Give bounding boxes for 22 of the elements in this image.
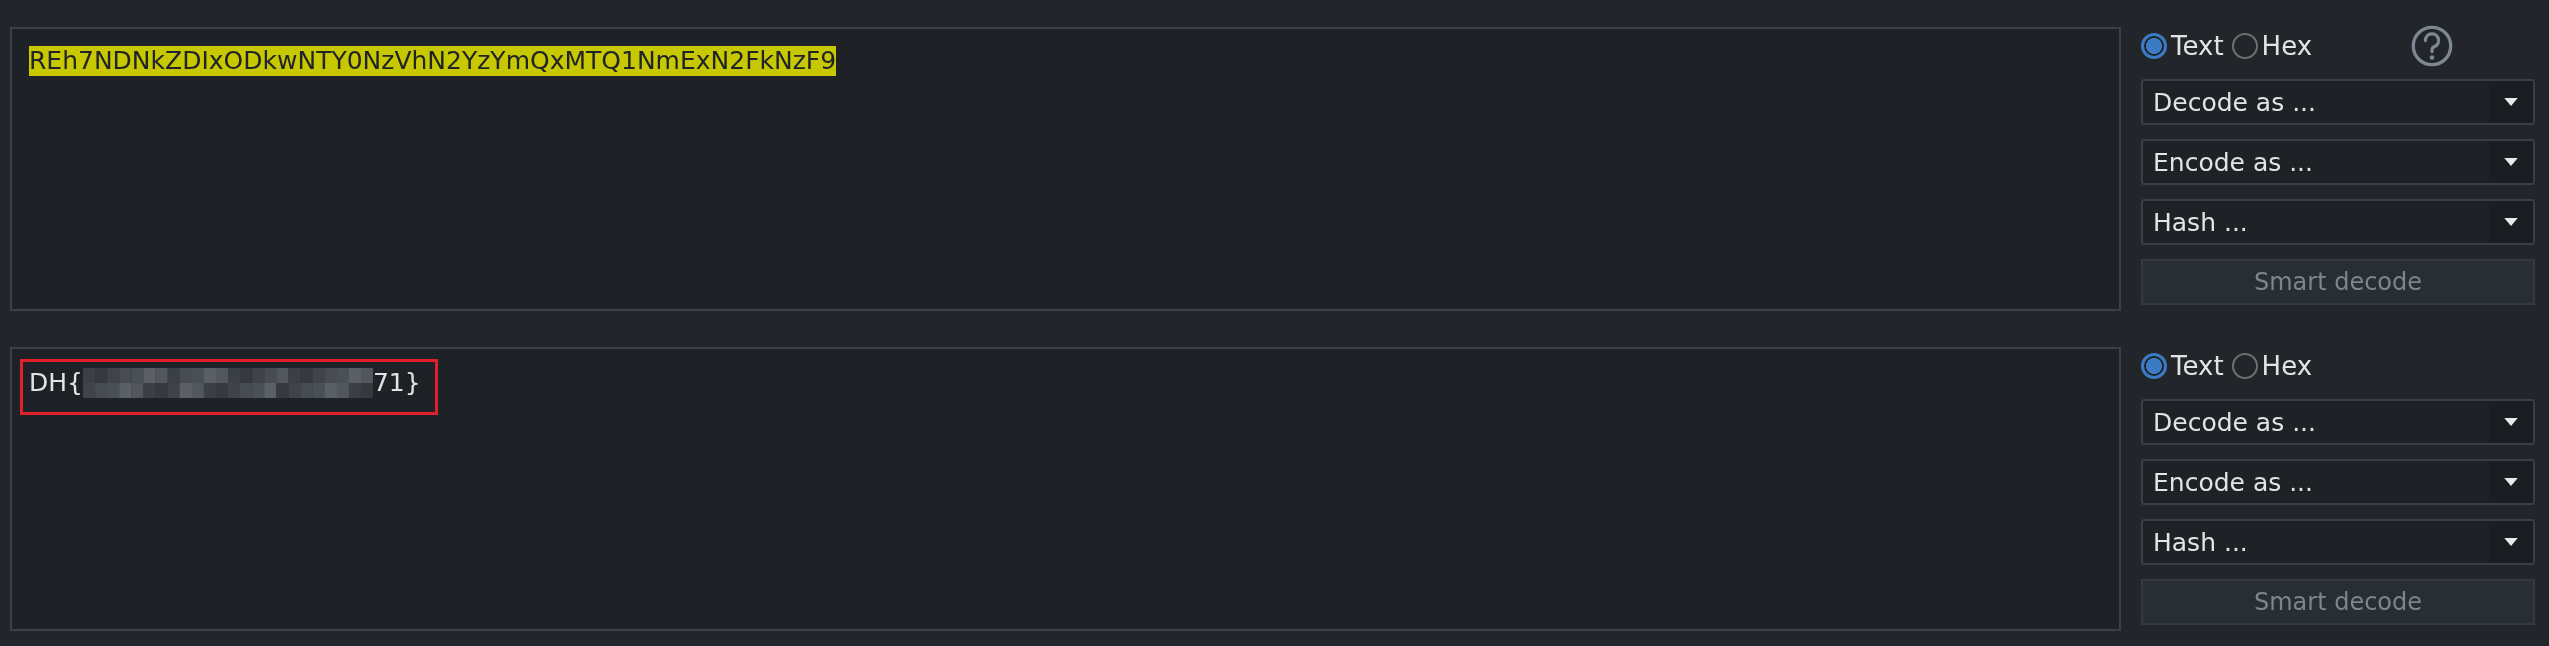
dropdown[interactable]: Encode as ...: [2141, 139, 2535, 185]
radio-option[interactable]: Hex: [2231, 351, 2313, 381]
caret-icon: [2504, 217, 2518, 227]
dropdown[interactable]: Encode as ...: [2141, 459, 2535, 505]
editor-area[interactable]: REh7NDNkZDIxODkwNTY0NzVhN2YzYmQxMTQ1NmExN2FkNzF9: [10, 27, 2121, 311]
caret-icon: [2504, 97, 2518, 107]
editor-text: DH{: [29, 368, 83, 398]
radio-option[interactable]: Text: [2141, 351, 2224, 381]
editor-text: REh7NDNkZDIxODkwNTY0NzVhN2YzYmQxMTQ1NmExN2FkNzF9: [29, 46, 837, 76]
radio-option[interactable]: Text: [2141, 31, 2224, 61]
help-icon[interactable]: [2410, 24, 2455, 68]
editor-text: 71}: [372, 368, 421, 398]
editor-area[interactable]: DH{ 71}: [10, 347, 2121, 631]
caret-icon: [2504, 537, 2518, 547]
caret-icon: [2504, 417, 2518, 427]
dropdown[interactable]: Hash ...: [2141, 199, 2535, 245]
radio-option[interactable]: Hex: [2231, 31, 2313, 61]
caret-icon: [2504, 157, 2518, 167]
dropdown[interactable]: Decode as ...: [2141, 399, 2535, 445]
dropdown[interactable]: Decode as ...: [2141, 79, 2535, 125]
dropdown[interactable]: Hash ...: [2141, 519, 2535, 565]
caret-icon: [2504, 477, 2518, 487]
